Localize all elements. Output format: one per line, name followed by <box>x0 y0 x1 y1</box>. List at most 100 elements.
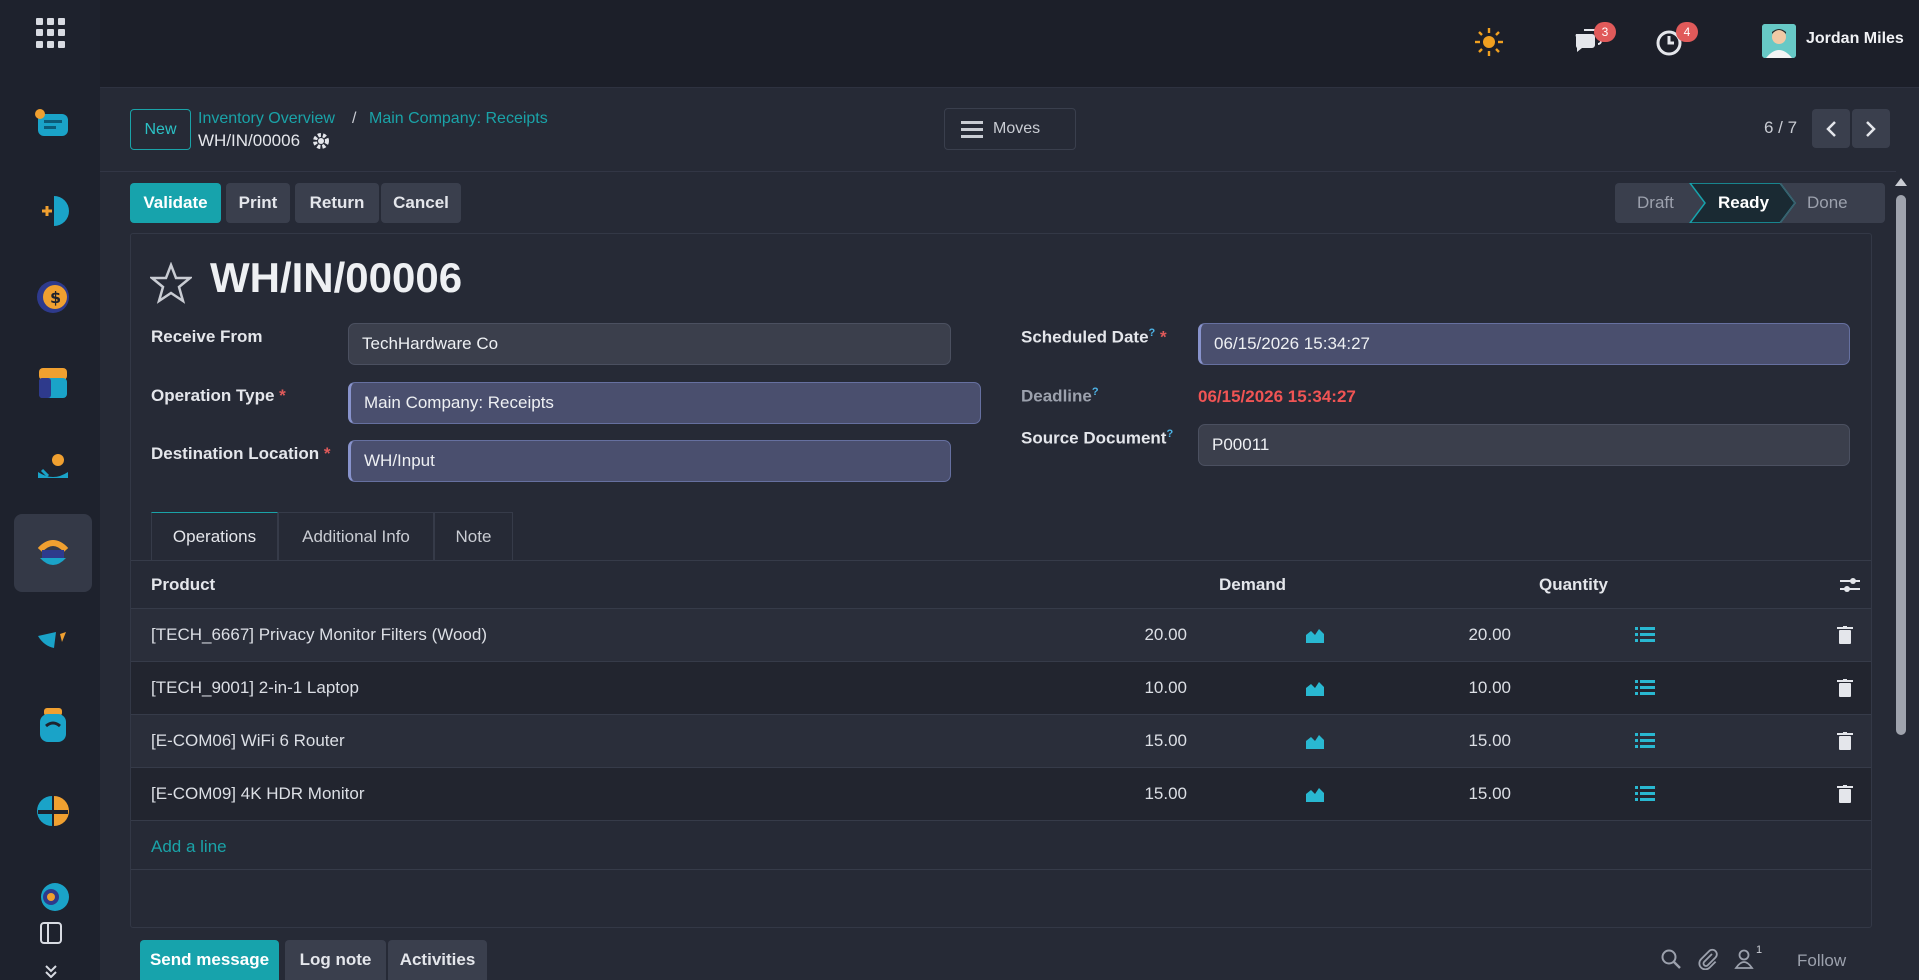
row-product[interactable]: [E-COM09] 4K HDR Monitor <box>151 784 365 804</box>
new-button[interactable]: New <box>130 109 191 150</box>
detailed-operations-icon[interactable] <box>1635 785 1655 803</box>
pager-previous-button[interactable] <box>1812 109 1850 148</box>
status-ready[interactable]: Ready <box>1718 183 1769 223</box>
return-button[interactable]: Return <box>295 183 379 223</box>
scheduled-date-field[interactable]: 06/15/2026 15:34:27 <box>1198 323 1850 365</box>
row-demand: 15.00 <box>1144 731 1187 750</box>
cancel-button[interactable]: Cancel <box>381 183 461 223</box>
row-demand: 15.00 <box>1144 784 1187 803</box>
row-product[interactable]: [E-COM06] WiFi 6 Router <box>151 731 345 751</box>
pager-value[interactable]: 6 / 7 <box>1764 118 1797 138</box>
breadcrumb-inventory-overview[interactable]: Inventory Overview <box>198 110 335 128</box>
app-sales-icon[interactable]: $ <box>14 258 92 336</box>
status-bar: Draft Ready Done <box>1615 183 1885 223</box>
user-name[interactable]: Jordan Miles <box>1806 30 1904 48</box>
row-quantity[interactable]: 10.00 <box>1411 678 1511 698</box>
operation-type-field[interactable]: Main Company: Receipts <box>348 382 981 424</box>
app-delivery-icon[interactable] <box>14 430 92 508</box>
row-quantity[interactable]: 20.00 <box>1411 625 1511 645</box>
trash-icon[interactable] <box>1835 626 1855 644</box>
chevron-right-icon <box>1866 120 1876 137</box>
gear-icon[interactable] <box>312 132 330 150</box>
app-purchase-icon[interactable] <box>14 686 92 764</box>
row-demand: 20.00 <box>1144 625 1187 644</box>
forecast-chart-icon[interactable] <box>1305 679 1325 697</box>
app-manufacturing-icon[interactable] <box>14 600 92 678</box>
trash-icon[interactable] <box>1835 732 1855 750</box>
table-row[interactable]: [TECH_9001] 2-in-1 Laptop 10.00 10.00 <box>131 662 1871 715</box>
forecast-chart-icon[interactable] <box>1305 732 1325 750</box>
app-inventory-icon[interactable] <box>14 514 92 592</box>
table-header: Product Demand Quantity <box>131 561 1871 609</box>
table-row[interactable]: [E-COM06] WiFi 6 Router 15.00 15.00 <box>131 715 1871 768</box>
follow-button[interactable]: Follow <box>1797 951 1846 971</box>
pager-next-button[interactable] <box>1852 109 1890 148</box>
validate-button[interactable]: Validate <box>130 183 221 223</box>
add-line-link[interactable]: Add a line <box>151 837 227 857</box>
log-note-button[interactable]: Log note <box>285 940 386 980</box>
status-done[interactable]: Done <box>1807 183 1848 223</box>
row-quantity[interactable]: 15.00 <box>1411 784 1511 804</box>
tab-additional-info[interactable]: Additional Info <box>278 512 434 560</box>
moves-label: Moves <box>993 120 1041 137</box>
row-product[interactable]: [TECH_6667] Privacy Monitor Filters (Woo… <box>151 625 487 645</box>
tab-note[interactable]: Note <box>434 512 513 560</box>
app-crm-icon[interactable] <box>14 172 92 250</box>
deadline-label: Deadline? <box>1021 386 1099 406</box>
sidebar-toggle-icon[interactable] <box>40 922 62 944</box>
app-quality-icon[interactable] <box>14 772 92 850</box>
activities-button[interactable]: Activities <box>388 940 487 980</box>
detailed-operations-icon[interactable] <box>1635 679 1655 697</box>
messages-button[interactable]: 3 <box>1572 22 1616 58</box>
tab-operations[interactable]: Operations <box>151 512 278 560</box>
moves-button[interactable]: Moves <box>944 108 1076 150</box>
forecast-chart-icon[interactable] <box>1305 785 1325 803</box>
paperclip-icon[interactable] <box>1697 948 1719 970</box>
column-product[interactable]: Product <box>151 575 215 595</box>
destination-location-field[interactable]: WH/Input <box>348 440 951 482</box>
scroll-up-arrow[interactable] <box>1895 178 1907 186</box>
forecast-chart-icon[interactable] <box>1305 626 1325 644</box>
star-icon[interactable] <box>150 262 192 304</box>
column-demand[interactable]: Demand <box>1219 575 1286 595</box>
receive-from-field[interactable]: TechHardware Co <box>348 323 951 365</box>
apps-menu-icon[interactable] <box>36 18 66 48</box>
deadline-value[interactable]: 06/15/2026 15:34:27 <box>1198 387 1356 407</box>
sun-icon[interactable] <box>1473 26 1505 58</box>
top-navbar <box>100 0 1919 88</box>
detailed-operations-icon[interactable] <box>1635 626 1655 644</box>
source-document-label: Source Document? <box>1021 428 1174 448</box>
source-document-field[interactable]: P00011 <box>1198 424 1850 466</box>
detailed-operations-icon[interactable] <box>1635 732 1655 750</box>
status-draft[interactable]: Draft <box>1637 183 1674 223</box>
app-inventory-box-icon[interactable] <box>14 344 92 422</box>
messages-badge: 3 <box>1594 22 1616 42</box>
row-product[interactable]: [TECH_9001] 2-in-1 Laptop <box>151 678 359 698</box>
table-row[interactable]: [E-COM09] 4K HDR Monitor 15.00 15.00 <box>131 768 1871 821</box>
receive-from-label: Receive From <box>151 327 263 346</box>
optional-columns-icon[interactable] <box>1840 576 1860 594</box>
avatar[interactable] <box>1762 24 1796 58</box>
operation-type-label: Operation Type * <box>151 386 286 405</box>
breadcrumb-receipts[interactable]: Main Company: Receipts <box>369 110 548 128</box>
chevron-left-icon <box>1826 120 1836 137</box>
row-demand: 10.00 <box>1144 678 1187 697</box>
followers-icon[interactable] <box>1733 948 1755 970</box>
send-message-button[interactable]: Send message <box>140 940 279 980</box>
destination-location-label: Destination Location * <box>151 444 331 463</box>
trash-icon[interactable] <box>1835 785 1855 803</box>
print-button[interactable]: Print <box>226 183 290 223</box>
table-row[interactable]: [TECH_6667] Privacy Monitor Filters (Woo… <box>131 609 1871 662</box>
trash-icon[interactable] <box>1835 679 1855 697</box>
scrollbar-thumb[interactable] <box>1896 195 1906 735</box>
chevron-down-icon[interactable] <box>44 964 58 978</box>
activities-button[interactable]: 4 <box>1654 22 1698 58</box>
followers-count: 1 <box>1756 944 1763 956</box>
row-quantity[interactable]: 15.00 <box>1411 731 1511 751</box>
breadcrumb-separator: / <box>352 110 357 127</box>
scheduled-date-label: Scheduled Date? * <box>1021 327 1167 347</box>
app-discuss-icon[interactable] <box>14 86 92 164</box>
activities-badge: 4 <box>1676 22 1698 42</box>
column-quantity[interactable]: Quantity <box>1539 575 1608 595</box>
search-icon[interactable] <box>1660 948 1682 970</box>
